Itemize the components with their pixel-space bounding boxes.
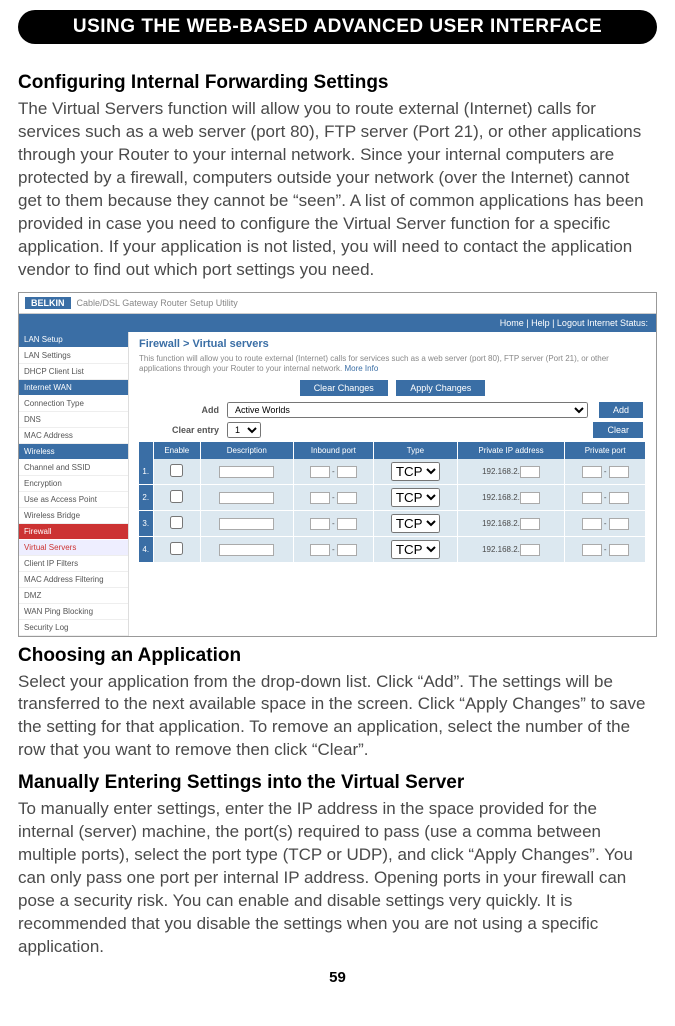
sidebar-item[interactable]: Client IP Filters [19,556,128,572]
enable-checkbox[interactable] [170,490,183,503]
enable-cell[interactable] [153,459,201,485]
virtual-servers-table: EnableDescriptionInbound portTypePrivate… [139,442,646,563]
private-port-cell[interactable]: - [565,511,646,537]
type-select[interactable]: TCP [391,488,440,507]
table-row: 1. - TCP 192.168.2. - [139,459,646,485]
add-label: Add [139,405,219,415]
row-number: 4. [139,537,153,563]
enable-cell[interactable] [153,485,201,511]
page-number: 59 [18,969,657,986]
brand-logo: BELKIN [25,297,71,309]
clear-button[interactable]: Clear [593,422,643,438]
type-select[interactable]: TCP [391,462,440,481]
enable-cell[interactable] [153,511,201,537]
sidebar-item[interactable]: WAN Ping Blocking [19,604,128,620]
table-header [139,442,153,459]
sidebar-item[interactable]: MAC Address [19,428,128,444]
private-port-cell[interactable]: - [565,537,646,563]
description-cell[interactable] [201,459,293,485]
clear-changes-button[interactable]: Clear Changes [300,380,388,396]
enable-checkbox[interactable] [170,464,183,477]
row-number: 1. [139,459,153,485]
type-select[interactable]: TCP [391,540,440,559]
description-cell[interactable] [201,537,293,563]
table-header: Private IP address [457,442,565,459]
sidebar-item[interactable]: MAC Address Filtering [19,572,128,588]
body-choosing: Select your application from the drop-do… [18,671,657,763]
sidebar-item[interactable]: Connection Type [19,396,128,412]
type-cell[interactable]: TCP [374,485,457,511]
sidebar-item[interactable]: Virtual Servers [19,540,128,556]
sidebar-item[interactable]: Encryption [19,476,128,492]
sidebar-item[interactable]: Wireless Bridge [19,508,128,524]
table-header: Private port [565,442,646,459]
sidebar: LAN SetupLAN SettingsDHCP Client ListInt… [19,332,129,636]
private-port-cell[interactable]: - [565,485,646,511]
heading-manual: Manually Entering Settings into the Virt… [18,772,657,794]
heading-configuring: Configuring Internal Forwarding Settings [18,72,657,94]
body-configuring: The Virtual Servers function will allow … [18,98,657,282]
row-number: 3. [139,511,153,537]
inbound-port-cell[interactable]: - [293,459,374,485]
description-cell[interactable] [201,485,293,511]
private-port-cell[interactable]: - [565,459,646,485]
enable-checkbox[interactable] [170,516,183,529]
table-header: Enable [153,442,201,459]
breadcrumb: Firewall > Virtual servers [139,338,646,350]
router-screenshot: BELKIN Cable/DSL Gateway Router Setup Ut… [18,292,657,637]
top-nav-bar: Home | Help | Logout Internet Status: [19,314,656,332]
enable-checkbox[interactable] [170,542,183,555]
description-cell[interactable] [201,511,293,537]
add-button[interactable]: Add [599,402,643,418]
page-description: This function will allow you to route ex… [139,354,646,375]
sidebar-header: Wireless [19,444,128,460]
apply-changes-button[interactable]: Apply Changes [396,380,485,396]
body-manual: To manually enter settings, enter the IP… [18,798,657,959]
table-header: Inbound port [293,442,374,459]
sidebar-item[interactable]: Use as Access Point [19,492,128,508]
table-row: 3. - TCP 192.168.2. - [139,511,646,537]
window-title: Cable/DSL Gateway Router Setup Utility [77,298,238,308]
type-cell[interactable]: TCP [374,537,457,563]
sidebar-item[interactable]: Channel and SSID [19,460,128,476]
type-cell[interactable]: TCP [374,511,457,537]
private-ip-cell[interactable]: 192.168.2. [457,537,565,563]
table-row: 4. - TCP 192.168.2. - [139,537,646,563]
sidebar-header: Firewall [19,524,128,540]
sidebar-header: Internet WAN [19,380,128,396]
row-number: 2. [139,485,153,511]
inbound-port-cell[interactable]: - [293,537,374,563]
sidebar-item[interactable]: DHCP Client List [19,364,128,380]
sidebar-item[interactable]: DNS [19,412,128,428]
private-ip-cell[interactable]: 192.168.2. [457,485,565,511]
type-cell[interactable]: TCP [374,459,457,485]
add-application-select[interactable]: Active Worlds [227,402,588,418]
sidebar-item[interactable]: Security Log [19,620,128,636]
more-info-link[interactable]: More Info [344,364,378,373]
inbound-port-cell[interactable]: - [293,485,374,511]
table-header: Description [201,442,293,459]
heading-choosing: Choosing an Application [18,645,657,667]
table-row: 2. - TCP 192.168.2. - [139,485,646,511]
type-select[interactable]: TCP [391,514,440,533]
private-ip-cell[interactable]: 192.168.2. [457,511,565,537]
page-banner: USING THE WEB-BASED ADVANCED USER INTERF… [18,10,657,44]
window-titlebar: BELKIN Cable/DSL Gateway Router Setup Ut… [19,293,656,314]
clear-entry-label: Clear entry [139,425,219,435]
table-header: Type [374,442,457,459]
inbound-port-cell[interactable]: - [293,511,374,537]
sidebar-header: LAN Setup [19,332,128,348]
sidebar-item[interactable]: LAN Settings [19,348,128,364]
enable-cell[interactable] [153,537,201,563]
sidebar-item[interactable]: DMZ [19,588,128,604]
clear-entry-select[interactable]: 1 [227,422,261,438]
private-ip-cell[interactable]: 192.168.2. [457,459,565,485]
